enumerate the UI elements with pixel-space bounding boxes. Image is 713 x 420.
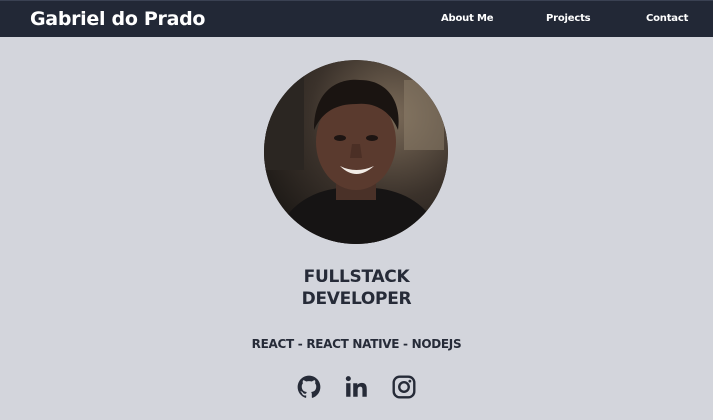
social-links bbox=[0, 374, 713, 400]
nav-link-contact[interactable]: Contact bbox=[646, 12, 688, 26]
tech-stack: REACT - REACT NATIVE - NODEJS bbox=[251, 337, 462, 351]
nav-link-projects[interactable]: Projects bbox=[546, 12, 591, 26]
nav-link-about-me[interactable]: About Me bbox=[441, 12, 493, 26]
navbar: Gabriel do Prado About Me Projects Conta… bbox=[0, 0, 713, 37]
github-icon[interactable] bbox=[296, 374, 322, 400]
headline-line-2: DEVELOPER bbox=[301, 289, 412, 309]
headline-line-1: FULLSTACK bbox=[303, 267, 410, 287]
instagram-icon[interactable] bbox=[391, 374, 417, 400]
linkedin-icon[interactable] bbox=[344, 374, 370, 400]
profile-avatar bbox=[264, 60, 448, 244]
brand-link[interactable]: Gabriel do Prado bbox=[30, 7, 205, 31]
headline: FULLSTACK DEVELOPER bbox=[0, 266, 713, 310]
